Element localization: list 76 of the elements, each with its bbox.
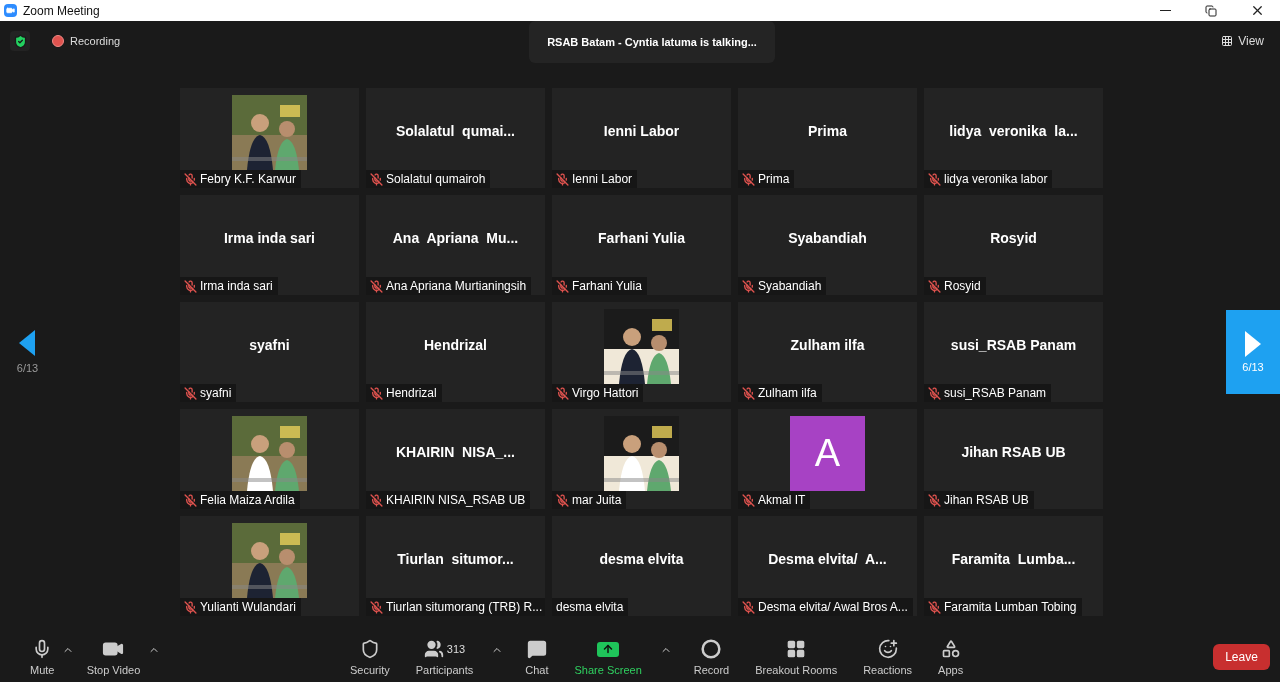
participant-label: KHAIRIN NISA_RSAB UB <box>386 493 526 507</box>
participant-name: Desma elvita/ A... <box>768 551 887 567</box>
shapes-icon <box>940 639 961 659</box>
participant-label: Irma inda sari <box>200 279 273 293</box>
participant-label: Faramita Lumban Tobing <box>944 600 1077 614</box>
participant-label: Tiurlan situmorang (TRB) R... <box>386 600 543 614</box>
toolbar-button[interactable]: Record <box>685 638 738 676</box>
participant-label: Prima <box>758 172 790 186</box>
participant-name: Ienni Labor <box>603 123 680 139</box>
participant-label: Ienni Labor <box>572 172 633 186</box>
participant-name: desma elvita <box>599 551 684 567</box>
participant-label: Felia Maiza Ardila <box>200 493 295 507</box>
participant-name: Solalatul qumai... <box>396 123 515 139</box>
recording-dot-icon <box>52 35 64 47</box>
toolbar-button[interactable]: Breakout Rooms <box>747 638 846 676</box>
participant-name: lidya veronika la... <box>949 123 1078 139</box>
toolbar-button[interactable]: Share Screen <box>566 638 650 676</box>
participant-name: Tiurlan situmor... <box>397 551 514 567</box>
leave-button[interactable]: Leave <box>1213 644 1270 670</box>
participant-label: syafni <box>200 386 232 400</box>
participant-name: Ana Apriana Mu... <box>392 230 519 246</box>
participant-label: Ana Apriana Murtianingsih <box>386 279 527 293</box>
toolbar-button[interactable]: Apps <box>930 638 972 676</box>
participant-name: Farhani Yulia <box>598 230 685 246</box>
previous-page-button[interactable]: 6/13 <box>16 330 39 374</box>
participant-label: Yulianti Wulandari <box>200 600 296 614</box>
people-icon <box>423 639 444 659</box>
participant-label: Hendrizal <box>386 386 437 400</box>
speech-bubble-icon <box>526 639 547 659</box>
participant-name: Faramita Lumba... <box>951 551 1076 567</box>
restore-icon <box>1205 4 1217 17</box>
participant-label: Akmal IT <box>758 493 806 507</box>
app-logo-icon <box>4 4 17 17</box>
left-triangle-icon <box>19 330 36 356</box>
participant-name: Syabandiah <box>788 230 867 246</box>
record-icon <box>701 639 722 659</box>
participant-count: 313 <box>446 643 466 655</box>
participant-name: KHAIRIN NISA_... <box>396 444 515 460</box>
toolbar-button[interactable]: Stop Video <box>78 638 149 676</box>
minimize-icon <box>1159 10 1171 11</box>
participant-label: susi_RSAB Panam <box>944 386 1047 400</box>
participant-label: Jihan RSAB UB <box>944 493 1029 507</box>
participant-label: Syabandiah <box>758 279 822 293</box>
participant-label: Solalatul qumairoh <box>386 172 486 186</box>
recording-label: Recording <box>70 35 121 47</box>
participant-label: Rosyid <box>944 279 981 293</box>
participant-label: Farhani Yulia <box>572 279 642 293</box>
smiley-plus-icon <box>877 639 898 659</box>
talking-indicator: RSAB Batam - Cyntia latuma is talking... <box>529 21 775 63</box>
participant-name: Zulham ilfa <box>790 337 865 353</box>
view-button[interactable]: View <box>1215 33 1270 49</box>
toolbar-button[interactable]: Chat <box>517 638 557 676</box>
toolbar-button[interactable]: Mute <box>22 638 63 676</box>
participant-label: Virgo Hattori <box>572 386 639 400</box>
participant-name: susi_RSAB Panam <box>950 337 1077 353</box>
toolbar-button[interactable]: Security <box>342 638 398 676</box>
avatar: A <box>790 415 865 491</box>
participant-name: Jihan RSAB UB <box>961 444 1066 460</box>
right-triangle-icon <box>1245 331 1261 357</box>
window-title: Zoom Meeting <box>23 3 101 18</box>
four-squares-icon <box>786 639 807 659</box>
participant-label: lidya veronika labor <box>944 172 1048 186</box>
toolbar-button[interactable]: Reactions <box>855 638 921 676</box>
participant-name: Rosyid <box>990 230 1037 246</box>
participant-label: Febry K.F. Karwur <box>200 172 297 186</box>
participant-name: Irma inda sari <box>223 230 315 246</box>
participant-name: syafni <box>249 337 290 353</box>
toolbar-button[interactable]: 313 Participants <box>407 638 482 676</box>
participant-label: mar Juita <box>572 493 622 507</box>
participant-name: Hendrizal <box>424 337 487 353</box>
grid-icon <box>1221 35 1234 47</box>
participant-label: Zulham ilfa <box>758 386 817 400</box>
shield-check-icon[interactable] <box>10 31 30 51</box>
participant-label: desma elvita <box>556 600 624 614</box>
participant-name: Prima <box>808 123 847 139</box>
participant-label: Desma elvita/ Awal Bros A... <box>758 600 908 614</box>
